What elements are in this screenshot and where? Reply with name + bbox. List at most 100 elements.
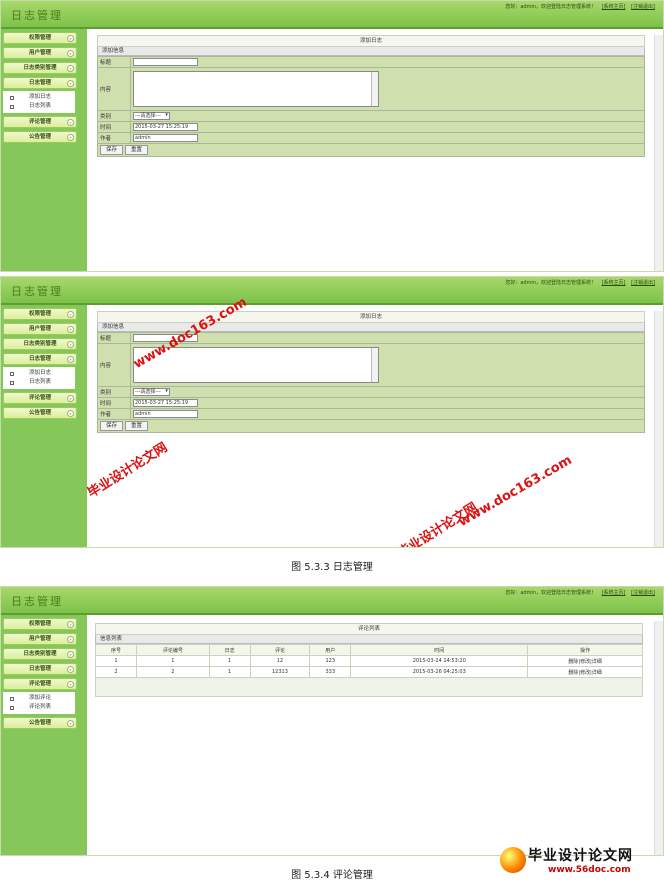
chevron-icon: » [67, 410, 74, 417]
textarea-scrollbar[interactable] [371, 72, 378, 106]
author-label: 作者 [97, 408, 131, 420]
cell-comment-id: 1 [136, 655, 210, 667]
header-bar: 日志管理 您好：admin，欢迎登陆日志管理系统！ [系统主页] [注销退出] [1, 587, 663, 615]
textarea-scrollbar[interactable] [371, 348, 378, 382]
header-bar: 日志管理 您好：admin，欢迎登陆日志管理系统！ [系统主页] [注销退出] [1, 277, 663, 305]
chevron-icon: » [67, 119, 74, 126]
brand-watermark: 毕业设计论文网 www.56doc.com [498, 845, 658, 885]
page-scrollbar[interactable] [654, 35, 663, 271]
sidebar-item-notices[interactable]: 公告管理» [3, 131, 77, 143]
sidebar-item-notices[interactable]: 公告管理» [3, 407, 77, 419]
home-link[interactable]: [系统主页] [602, 280, 626, 286]
save-button[interactable]: 保存 [100, 145, 124, 155]
cell-time: 2015-03-26 04:25:03 [350, 666, 529, 678]
chevron-icon: » [67, 65, 74, 72]
submenu-log-list[interactable]: 日志列表 [3, 102, 75, 111]
sidebar-item-permission[interactable]: 权限管理» [3, 32, 77, 44]
category-select[interactable]: ---请选择--- [133, 112, 170, 120]
main-content: 添加日志 添加信息 标题 内容 类别---请选择--- 时间2015-03-27… [97, 311, 645, 433]
logout-link[interactable]: [注销退出] [631, 280, 655, 286]
table-row: 1 1 1 12 123 2015-03-24 14:53:20 删除|修改|详… [94, 655, 643, 667]
sidebar-item-users[interactable]: 用户管理» [3, 323, 77, 335]
reset-button[interactable]: 重置 [125, 421, 149, 431]
table-row: 2 2 1 12313 333 2015-03-26 04:25:03 删除|修… [94, 666, 643, 678]
page-scrollbar[interactable] [654, 621, 663, 855]
column-header: 操作 [527, 644, 643, 656]
title-input[interactable] [133, 58, 198, 66]
column-header: 评论编号 [136, 644, 210, 656]
chevron-icon: » [67, 621, 74, 628]
greeting-text: 您好：admin，欢迎登陆日志管理系统！ [505, 280, 596, 286]
sidebar-item-users[interactable]: 用户管理» [3, 47, 77, 59]
sidebar-item-permission[interactable]: 权限管理» [3, 618, 77, 630]
sidebar-item-log[interactable]: 日志管理» [3, 77, 77, 89]
time-label: 时间 [97, 397, 131, 409]
logout-link[interactable]: [注销退出] [631, 4, 655, 10]
submenu-add-log[interactable]: 添加日志 [3, 369, 75, 378]
sidebar-item-comments[interactable]: 评论管理» [3, 116, 77, 128]
content-label: 内容 [97, 67, 131, 111]
cell-actions[interactable]: 删除|修改|详细 [527, 666, 643, 678]
table-footer [95, 678, 643, 697]
chevron-icon: » [67, 80, 74, 87]
chevron-icon: » [67, 395, 74, 402]
cell-log: 1 [208, 655, 251, 667]
reset-button[interactable]: 重置 [125, 145, 149, 155]
sidebar-item-notices[interactable]: 公告管理» [3, 717, 77, 729]
home-link[interactable]: [系统主页] [602, 4, 626, 10]
sidebar-item-log-category[interactable]: 日志类别管理» [3, 62, 77, 74]
cell-log: 1 [208, 666, 251, 678]
chevron-icon: » [67, 356, 74, 363]
column-header: 用户 [309, 644, 352, 656]
page-scrollbar[interactable] [654, 311, 663, 547]
cell-user: 333 [309, 666, 352, 678]
sidebar-item-comments[interactable]: 评论管理» [3, 392, 77, 404]
submenu-log-list[interactable]: 日志列表 [3, 378, 75, 387]
time-input[interactable]: 2015-03-27 15:25:19 [133, 399, 198, 407]
sidebar-item-users[interactable]: 用户管理» [3, 633, 77, 645]
title-label: 标题 [97, 332, 131, 344]
sidebar-item-log-category[interactable]: 日志类别管理» [3, 338, 77, 350]
author-input[interactable]: admin [133, 134, 198, 142]
logout-link[interactable]: [注销退出] [631, 590, 655, 596]
submenu-add-comment[interactable]: 添加评论 [3, 694, 75, 703]
save-button[interactable]: 保存 [100, 421, 124, 431]
sidebar-item-log[interactable]: 日志管理» [3, 663, 77, 675]
content-label: 内容 [97, 343, 131, 387]
category-select[interactable]: ---请选择--- [133, 388, 170, 396]
time-label: 时间 [97, 121, 131, 133]
content-textarea[interactable] [133, 71, 379, 107]
sidebar: 权限管理» 用户管理» 日志类别管理» 日志管理» 添加日志 日志列表 评论管理… [1, 29, 87, 271]
brand-name: 毕业设计论文网 [528, 848, 633, 864]
sidebar-item-log[interactable]: 日志管理» [3, 353, 77, 365]
comment-submenu: 添加评论 评论列表 [3, 692, 75, 714]
list-subhead: 信息列表 [95, 635, 643, 644]
sidebar-item-permission[interactable]: 权限管理» [3, 308, 77, 320]
cell-time: 2015-03-24 14:53:20 [350, 655, 529, 667]
home-link[interactable]: [系统主页] [602, 590, 626, 596]
category-label: 类别 [97, 110, 131, 122]
user-greeting-bar: 您好：admin，欢迎登陆日志管理系统！ [系统主页] [注销退出] [501, 3, 655, 10]
submenu-comment-list[interactable]: 评论列表 [3, 703, 75, 712]
submenu-add-log[interactable]: 添加日志 [3, 93, 75, 102]
cell-actions[interactable]: 删除|修改|详细 [527, 655, 643, 667]
cell-index: 1 [94, 655, 138, 667]
app-logo: 日志管理 [11, 595, 63, 608]
time-input[interactable]: 2015-03-27 15:25:19 [133, 123, 198, 131]
add-log-form: 标题 内容 类别---请选择--- 时间2015-03-27 15:25:19 … [97, 56, 645, 157]
cell-user: 123 [309, 655, 352, 667]
chevron-icon: » [67, 50, 74, 57]
author-input[interactable]: admin [133, 410, 198, 418]
chevron-icon: » [67, 651, 74, 658]
column-header: 评论 [249, 644, 311, 656]
chevron-icon: » [67, 35, 74, 42]
cell-index: 2 [94, 666, 138, 678]
column-header: 序号 [94, 644, 138, 656]
screenshot-log-form: 日志管理 您好：admin，欢迎登陆日志管理系统！ [系统主页] [注销退出] … [0, 0, 664, 272]
chevron-icon: » [67, 681, 74, 688]
chevron-icon: » [67, 326, 74, 333]
sidebar-item-log-category[interactable]: 日志类别管理» [3, 648, 77, 660]
app-logo: 日志管理 [11, 285, 63, 298]
brand-logo-icon [500, 847, 526, 873]
sidebar-item-comments[interactable]: 评论管理» [3, 678, 77, 690]
